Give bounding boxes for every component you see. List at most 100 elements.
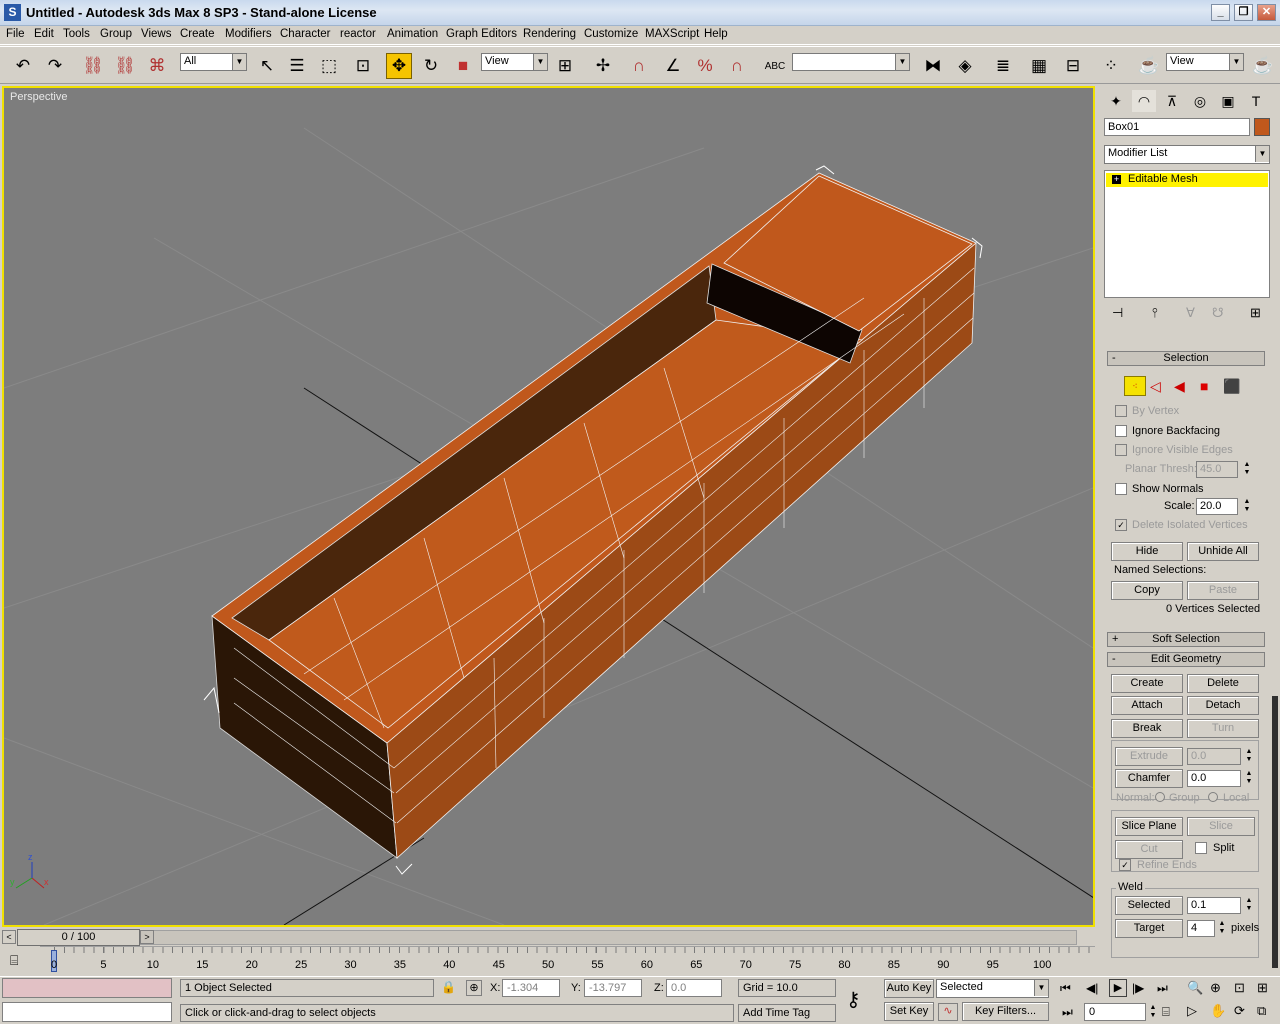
go-to-end-icon[interactable]: ⏭ [1157,981,1168,996]
prev-frame-arrow-icon[interactable]: < [2,930,16,944]
local-radio[interactable] [1208,792,1218,802]
weld-target-spinner[interactable]: 4 [1187,920,1215,937]
weld-selected-button[interactable]: Selected [1115,896,1183,915]
menu-group[interactable]: Group [100,28,132,40]
chamfer-spinner[interactable]: 0.0 [1187,770,1241,787]
menu-help[interactable]: Help [704,28,728,40]
attach-button[interactable]: Attach [1111,696,1183,715]
pan-icon[interactable]: ✋ [1210,1003,1226,1019]
scale-spinner[interactable]: 20.0 [1196,498,1238,515]
hide-button[interactable]: Hide [1111,542,1183,561]
move-icon[interactable]: ✥ [386,53,412,79]
window-crossing-icon[interactable]: ⊡ [350,53,376,79]
mini-curve-editor-icon[interactable]: ⌸ [10,952,18,969]
menu-create[interactable]: Create [180,28,215,40]
copy-button[interactable]: Copy [1111,581,1183,600]
rectangular-selection-icon[interactable]: ⬚ [316,53,342,79]
ignore-backfacing-checkbox[interactable] [1115,425,1127,437]
snaps-toggle-icon[interactable]: ∩ [626,53,652,79]
motion-tab-icon[interactable]: ◎ [1188,90,1212,112]
spinner-snap-icon[interactable]: ∩ [724,53,750,79]
select-object-icon[interactable]: ↖ [254,53,280,79]
select-by-name-icon[interactable]: ☰ [284,53,310,79]
paste-button[interactable]: Paste [1187,581,1259,600]
perspective-viewport[interactable]: Perspective x y z [2,86,1095,927]
extrude-button[interactable]: Extrude [1115,747,1183,766]
create-tab-icon[interactable]: ✦ [1104,90,1128,112]
quick-render-icon[interactable]: ☕ [1250,53,1276,79]
time-configuration-icon[interactable]: ⌸ [1162,1004,1170,1020]
lock-selection-icon[interactable]: 🔒 [441,980,456,994]
create-button[interactable]: Create [1111,674,1183,693]
y-coordinate-field[interactable]: -13.797 [584,979,642,997]
show-normals-checkbox[interactable] [1115,483,1127,495]
menu-file[interactable]: File [6,28,25,40]
key-mode-toggle-icon[interactable]: ⏭ [1062,1005,1073,1020]
slice-button[interactable]: Slice [1187,817,1255,836]
display-tab-icon[interactable]: ▣ [1216,90,1240,112]
modifier-stack-item[interactable]: + Editable Mesh [1106,173,1268,187]
utilities-tab-icon[interactable]: T [1244,90,1268,112]
panel-scrollbar[interactable] [1272,696,1278,968]
menu-graph-editors[interactable]: Graph Editors [446,28,517,40]
menu-views[interactable]: Views [141,28,171,40]
split-checkbox[interactable] [1195,842,1207,854]
track-bar[interactable]: ⌸ 0 5 10 15 20 25 30 35 40 45 50 55 60 65 70 75 80 85 90 95… [0,946,1095,976]
auto-key-button[interactable]: Auto Key [884,979,934,998]
align-icon[interactable]: ◈ [952,53,978,79]
modify-tab-icon[interactable]: ◠ [1132,90,1156,112]
menu-character[interactable]: Character [280,28,331,40]
selection-filter-dropdown[interactable]: All ▼ [180,53,247,71]
next-frame-arrow-icon[interactable]: > [140,930,154,944]
set-key-button[interactable]: Set Key [884,1002,934,1021]
menu-rendering[interactable]: Rendering [523,28,576,40]
zoom-extents-all-icon[interactable]: ⊞ [1257,980,1268,996]
cut-button[interactable]: Cut [1115,840,1183,859]
spinner-arrows-icon[interactable]: ▲ ▼ [1244,770,1254,787]
object-color-swatch[interactable] [1254,118,1270,136]
play-icon[interactable]: ▶ [1109,979,1127,997]
maximize-viewport-icon[interactable]: ⧉ [1257,1003,1266,1019]
vertex-level-icon[interactable]: ⁖ [1124,376,1146,396]
menu-animation[interactable]: Animation [387,28,438,40]
menu-tools[interactable]: Tools [63,28,90,40]
zoom-all-icon[interactable]: ⊕ [1210,980,1221,996]
hierarchy-tab-icon[interactable]: ⊼ [1160,90,1184,112]
menu-reactor[interactable]: reactor [340,28,376,40]
chamfer-button[interactable]: Chamfer [1115,769,1183,788]
spinner-arrows-icon[interactable]: ▲ ▼ [1244,748,1254,765]
key-mode-dropdown[interactable]: Selected ▼ [936,979,1049,998]
edge-level-icon[interactable]: ◁ [1150,378,1161,395]
weld-selected-spinner[interactable]: 0.1 [1187,897,1241,914]
element-level-icon[interactable]: ⬛ [1223,378,1240,395]
delete-button[interactable]: Delete [1187,674,1259,693]
expand-icon[interactable]: + [1112,175,1121,184]
render-scene-icon[interactable]: ☕ [1136,53,1162,79]
named-selection-sets-dropdown[interactable]: ▼ [792,53,910,71]
refine-ends-checkbox[interactable]: ✓ [1119,859,1131,871]
close-button[interactable]: ✕ [1257,4,1276,21]
go-to-start-icon[interactable]: ⏮ [1060,981,1071,996]
spinner-arrows-icon[interactable]: ▲ ▼ [1242,498,1252,515]
arc-rotate-icon[interactable]: ⟳ [1234,1003,1245,1019]
maxscript-listener-white[interactable] [2,1002,172,1022]
mirror-icon[interactable]: ⧓ [920,53,946,79]
x-coordinate-field[interactable]: -1.304 [502,979,560,997]
next-key-icon[interactable]: |▶ [1132,981,1144,995]
prev-key-icon[interactable]: ◀| [1086,981,1098,995]
spinner-arrows-icon[interactable]: ▲ ▼ [1217,920,1227,937]
object-name-field[interactable]: Box01 [1104,118,1250,136]
undo-icon[interactable]: ↶ [10,53,36,79]
add-time-tag-button[interactable]: Add Time Tag [738,1004,836,1022]
spinner-arrows-icon[interactable]: ▲ ▼ [1242,461,1252,478]
edit-named-selection-icon[interactable]: ABC [762,53,788,79]
select-link-icon[interactable]: ⛓ [80,53,106,79]
unlink-icon[interactable]: ⛓ [112,53,138,79]
remove-modifier-icon[interactable]: ☋ [1212,305,1224,321]
extrude-spinner[interactable]: 0.0 [1187,748,1241,765]
selection-rollout-header[interactable]: - Selection [1107,351,1265,366]
menu-edit[interactable]: Edit [34,28,54,40]
zoom-extents-icon[interactable]: ⊡ [1234,980,1245,996]
pin-stack-icon[interactable]: ⊣ [1112,305,1123,321]
time-slider-track[interactable] [17,930,1077,945]
